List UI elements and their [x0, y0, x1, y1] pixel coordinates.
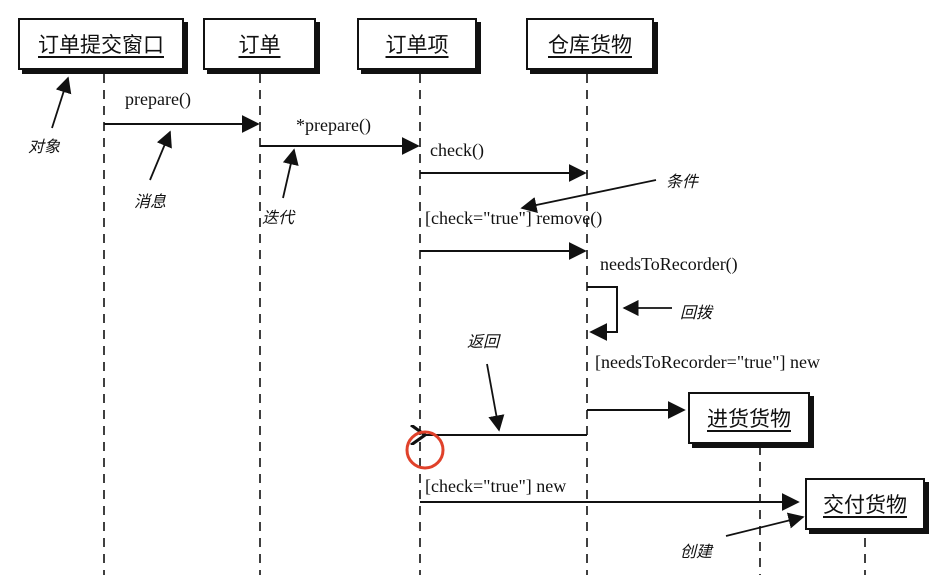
annotation-condition-pointer: [520, 179, 657, 213]
object-restock-goods-label: 进货货物: [707, 407, 791, 431]
object-order-submit-window-label: 订单提交窗口: [38, 33, 164, 57]
highlight-circle: [405, 430, 445, 470]
message-needs-to-recorder-label: needsToRecorder(): [600, 254, 738, 274]
annotation-iteration-label: 迭代: [262, 208, 295, 227]
object-order-item-label: 订单项: [385, 33, 449, 57]
sequence-diagram: 订单提交窗口 订单 订单项 仓库货物 进货货物 交付货物 prepare() *…: [0, 0, 944, 583]
message-check-new-label: [check="true"] new: [425, 476, 567, 496]
object-warehouse-goods-label: 仓库货物: [548, 33, 632, 57]
object-restock-goods: 进货货物: [688, 392, 810, 444]
annotation-create-pointer: [725, 512, 805, 537]
annotation-condition-label: 条件: [666, 172, 699, 191]
annotation-message-pointer: [149, 130, 172, 181]
annotation-iteration-pointer: [282, 148, 299, 199]
object-order-label: 订单: [238, 33, 281, 57]
message-star-prepare-label: *prepare(): [296, 115, 371, 135]
annotation-object-pointer: [51, 76, 72, 129]
annotation-create-label: 创建: [680, 542, 713, 561]
object-order-item: 订单项: [357, 18, 477, 70]
message-prepare-label: prepare(): [125, 89, 191, 109]
annotation-self-call-label: 回拨: [680, 303, 713, 322]
annotation-return-pointer: [486, 363, 505, 432]
object-order: 订单: [203, 18, 316, 70]
annotation-message-label: 消息: [134, 192, 167, 211]
self-call-needs-to-recorder-arrow: [587, 286, 618, 341]
message-check-label: check(): [430, 140, 484, 160]
object-order-submit-window: 订单提交窗口: [18, 18, 184, 70]
message-needs-new-label: [needsToRecorder="true"] new: [595, 352, 820, 372]
object-warehouse-goods: 仓库货物: [526, 18, 654, 70]
object-delivery-goods-label: 交付货物: [823, 493, 907, 517]
annotation-object-label: 对象: [28, 137, 61, 156]
message-check-remove-label: [check="true"] remove(): [425, 208, 603, 228]
annotation-return-label: 返回: [467, 332, 500, 351]
object-delivery-goods: 交付货物: [805, 478, 925, 530]
